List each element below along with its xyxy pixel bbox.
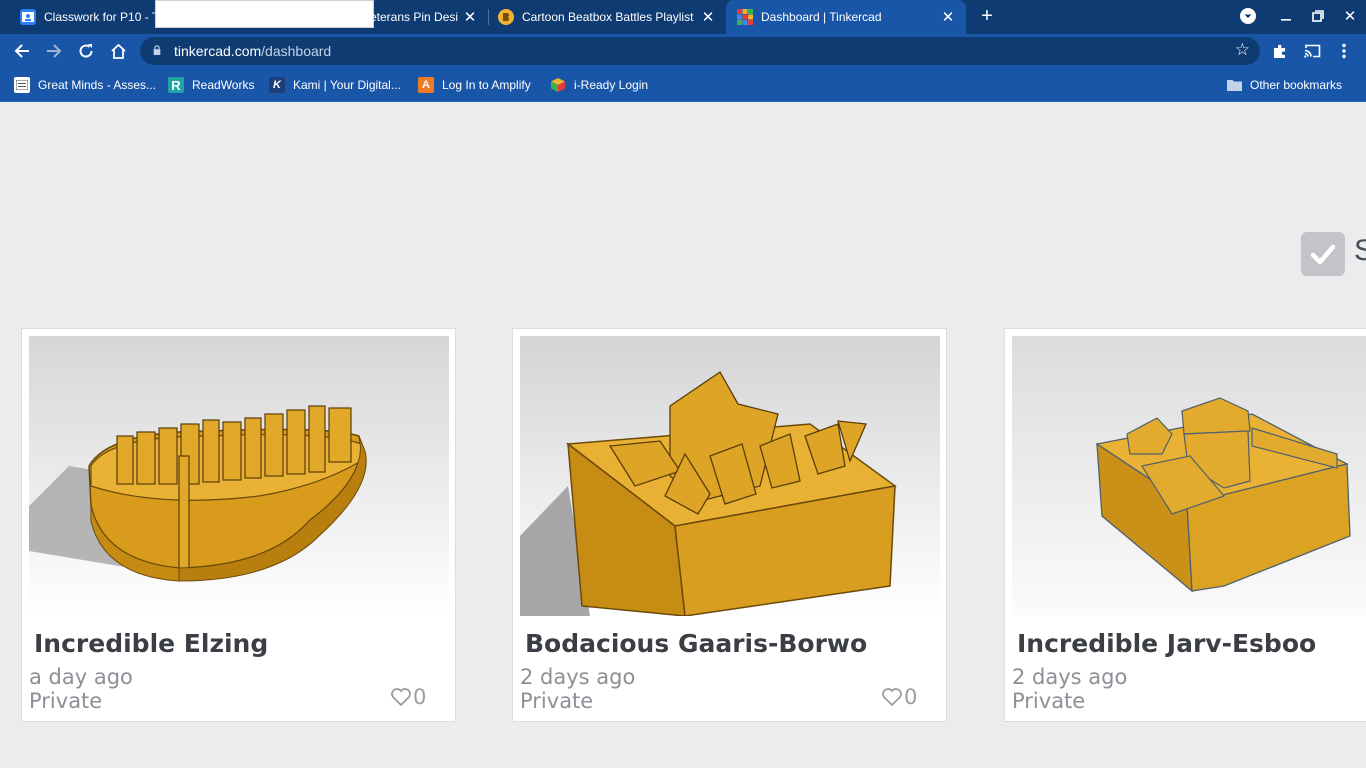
design-timestamp: 2 days ago — [520, 665, 636, 689]
bookmark-label: Great Minds - Asses... — [38, 78, 157, 92]
lock-icon — [153, 45, 161, 55]
tab-beatbox[interactable]: Cartoon Beatbox Battles Playlist ✕ — [478, 0, 726, 34]
heart-icon — [882, 688, 902, 707]
tab-classwork[interactable]: Classwork for P10 - T — [0, 0, 155, 34]
extensions-button[interactable] — [1268, 39, 1292, 63]
back-button[interactable] — [9, 38, 35, 64]
design-thumbnail[interactable] — [520, 336, 940, 616]
like-counter[interactable]: 0 — [390, 685, 426, 709]
design-visibility: Private — [1012, 689, 1086, 713]
like-counter[interactable]: 0 — [881, 685, 917, 709]
bookmarks-bar: Great Minds - Asses... R ReadWorks K Kam… — [0, 68, 1366, 102]
tab-title: Dashboard | Tinkercad — [761, 10, 882, 24]
iready-icon — [550, 77, 566, 93]
like-count: 0 — [413, 685, 427, 709]
bookmark-label: i-Ready Login — [574, 78, 649, 92]
design-visibility: Private — [29, 689, 103, 713]
bookmark-readworks[interactable]: R ReadWorks — [168, 76, 254, 94]
like-count: 0 — [904, 685, 918, 709]
restore-icon — [1312, 10, 1324, 22]
bookmark-label: Kami | Your Digital... — [293, 78, 401, 92]
home-button[interactable] — [105, 38, 131, 64]
kami-icon: K — [269, 77, 285, 93]
chevron-down-icon — [1240, 8, 1256, 24]
bookmark-amplify[interactable]: A Log In to Amplify — [418, 76, 531, 94]
beatbox-icon — [498, 9, 514, 25]
close-window-button[interactable]: ✕ — [1334, 0, 1366, 32]
close-icon[interactable]: ✕ — [938, 8, 958, 26]
bookmark-kami[interactable]: K Kami | Your Digital... — [269, 76, 401, 94]
tab-title: Classwork for P10 - T — [44, 10, 155, 24]
design-title[interactable]: Incredible Jarv-Esboo — [1017, 629, 1316, 658]
checkmark-icon — [1310, 244, 1336, 265]
bookmark-label: ReadWorks — [192, 78, 255, 92]
classroom-icon — [20, 9, 36, 25]
arrow-right-icon — [47, 44, 62, 58]
url-text: tinkercad.com/dashboard — [174, 43, 331, 59]
kebab-menu-icon — [1342, 43, 1346, 59]
tab-veterans-pin[interactable]: eterans Pin Desi ✕ — [340, 0, 488, 34]
close-icon[interactable]: ✕ — [460, 8, 480, 26]
new-tab-button[interactable]: + — [976, 5, 998, 27]
design-thumbnail[interactable] — [29, 336, 449, 616]
bookmark-great-minds[interactable]: Great Minds - Asses... — [14, 76, 156, 94]
home-icon — [110, 43, 126, 59]
address-bar[interactable]: tinkercad.com/dashboard ☆ — [140, 37, 1260, 65]
bookmark-label: Log In to Amplify — [442, 78, 531, 92]
other-bookmarks-label: Other bookmarks — [1250, 78, 1343, 92]
design-title[interactable]: Incredible Elzing — [34, 629, 268, 658]
reload-icon — [79, 44, 93, 58]
minimize-icon — [1281, 19, 1291, 21]
cast-button[interactable] — [1300, 39, 1324, 63]
tab-title: eterans Pin Desi — [370, 10, 459, 24]
design-card[interactable]: Incredible Jarv-Esboo 2 days ago Private — [1004, 328, 1366, 722]
design-timestamp: a day ago — [29, 665, 133, 689]
design-card[interactable]: Incredible Elzing a day ago Private 0 — [21, 328, 456, 722]
greatminds-icon — [14, 77, 30, 93]
puzzle-icon — [1274, 44, 1285, 58]
design-thumbnail[interactable] — [1012, 336, 1366, 616]
menu-button[interactable] — [1332, 39, 1356, 63]
minimize-button[interactable] — [1270, 0, 1302, 32]
amplify-icon: A — [418, 77, 434, 93]
readworks-icon: R — [168, 77, 184, 93]
tab-tinkercad[interactable]: Dashboard | Tinkercad ✕ — [726, 0, 966, 34]
heart-icon — [391, 688, 411, 707]
design-title[interactable]: Bodacious Gaaris-Borwo — [525, 629, 867, 658]
close-icon[interactable]: ✕ — [698, 8, 718, 26]
tab-title: Cartoon Beatbox Battles Playlist — [522, 10, 694, 24]
other-bookmarks[interactable]: Other bookmarks — [1226, 76, 1342, 94]
cast-icon — [1303, 44, 1320, 58]
tab-strip: Classwork for P10 - T eterans Pin Desi ✕… — [0, 0, 1366, 34]
tab-search-button[interactable] — [1232, 0, 1264, 32]
design-timestamp: 2 days ago — [1012, 665, 1128, 689]
star-icon[interactable]: ☆ — [1235, 40, 1250, 60]
select-checkbox[interactable] — [1301, 232, 1345, 276]
design-visibility: Private — [520, 689, 594, 713]
browser-toolbar: tinkercad.com/dashboard ☆ — [0, 34, 1366, 68]
folder-icon — [1226, 77, 1242, 93]
restore-button[interactable] — [1302, 0, 1334, 32]
reload-button[interactable] — [73, 38, 99, 64]
close-icon: ✕ — [1343, 8, 1357, 25]
forward-button[interactable] — [41, 38, 67, 64]
bookmark-iready[interactable]: i-Ready Login — [550, 76, 648, 94]
url-path: /dashboard — [261, 43, 332, 59]
arrow-left-icon — [14, 44, 29, 58]
tinkercad-icon — [737, 9, 753, 25]
url-host: tinkercad.com — [174, 43, 262, 59]
design-card[interactable]: Bodacious Gaaris-Borwo 2 days ago Privat… — [512, 328, 947, 722]
select-label: S — [1354, 234, 1366, 267]
